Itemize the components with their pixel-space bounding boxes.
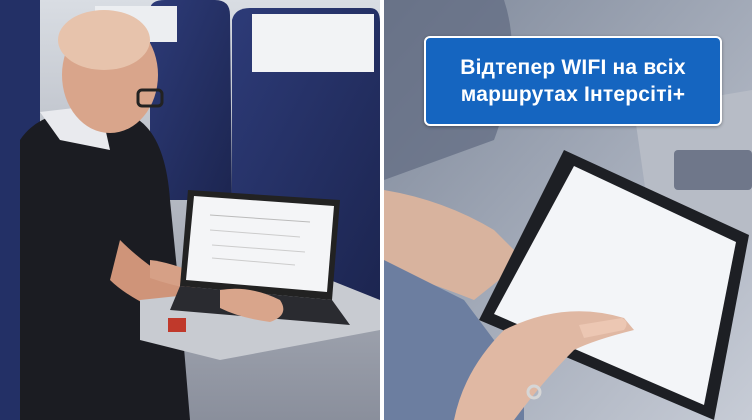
laptop-sticker (168, 318, 186, 332)
left-photo-panel (0, 0, 380, 420)
wifi-announcement-banner: Відтепер WIFI на всіх маршрутах Інтерсіт… (424, 36, 722, 126)
man-head-top (58, 10, 150, 70)
seat-headrest-cover (252, 14, 374, 72)
banner-line-1: Відтепер WIFI на всіх (460, 56, 686, 79)
laptop-scene-illustration (0, 0, 380, 420)
seat-panel (674, 150, 752, 190)
banner-line-2: маршрутах Інтерсіті+ (460, 83, 686, 106)
laptop-screen (186, 196, 334, 292)
